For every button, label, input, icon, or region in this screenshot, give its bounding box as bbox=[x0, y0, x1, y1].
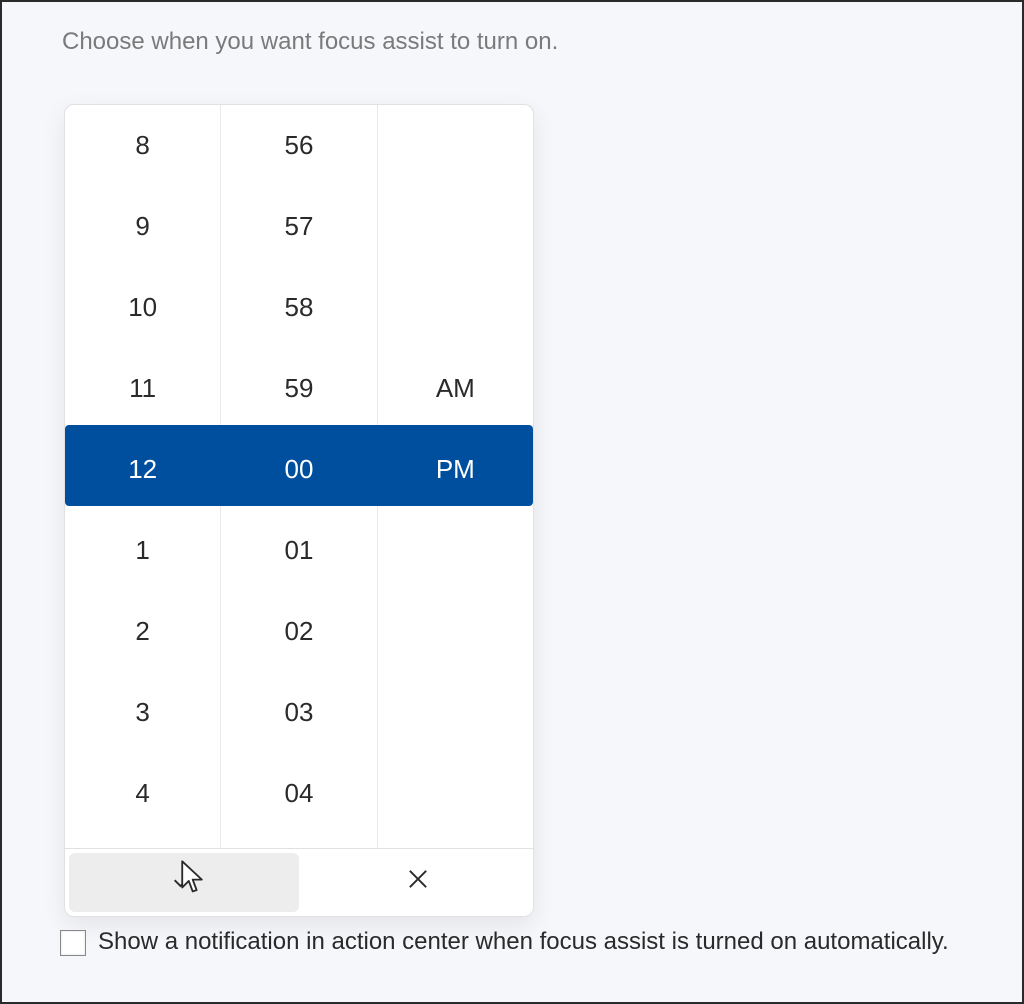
page-title: Choose when you want focus assist to tur… bbox=[62, 28, 558, 56]
picker-footer bbox=[65, 848, 533, 916]
hour-option[interactable]: 9 bbox=[65, 186, 220, 267]
minute-option[interactable]: 01 bbox=[221, 510, 376, 591]
ampm-option bbox=[378, 672, 533, 753]
minute-option[interactable]: 59 bbox=[221, 348, 376, 429]
ampm-option bbox=[378, 105, 533, 186]
ampm-column[interactable]: AM PM bbox=[378, 105, 533, 848]
ampm-option bbox=[378, 186, 533, 267]
minute-option[interactable]: 57 bbox=[221, 186, 376, 267]
ampm-option bbox=[378, 510, 533, 591]
minute-option[interactable]: 03 bbox=[221, 672, 376, 753]
ampm-option[interactable]: AM bbox=[378, 348, 533, 429]
hour-option[interactable]: 2 bbox=[65, 591, 220, 672]
ampm-option-selected[interactable]: PM bbox=[378, 429, 533, 510]
minute-option[interactable]: 56 bbox=[221, 105, 376, 186]
notification-checkbox-label: Show a notification in action center whe… bbox=[98, 926, 949, 958]
ampm-option bbox=[378, 753, 533, 834]
minutes-column[interactable]: 56 57 58 59 00 01 02 03 04 bbox=[221, 105, 377, 848]
hours-column[interactable]: 8 9 10 11 12 1 2 3 4 bbox=[65, 105, 221, 848]
hour-option[interactable]: 4 bbox=[65, 753, 220, 834]
hour-option[interactable]: 8 bbox=[65, 105, 220, 186]
ampm-option bbox=[378, 591, 533, 672]
hour-option[interactable]: 10 bbox=[65, 267, 220, 348]
ampm-option bbox=[378, 267, 533, 348]
notification-checkbox-row: Show a notification in action center whe… bbox=[60, 926, 992, 958]
hour-option[interactable]: 3 bbox=[65, 672, 220, 753]
minute-option[interactable]: 04 bbox=[221, 753, 376, 834]
hour-option-selected[interactable]: 12 bbox=[65, 429, 220, 510]
cursor-icon bbox=[180, 860, 208, 899]
close-icon bbox=[404, 865, 432, 900]
hour-option[interactable]: 11 bbox=[65, 348, 220, 429]
minute-option[interactable]: 02 bbox=[221, 591, 376, 672]
time-picker: 8 9 10 11 12 1 2 3 4 56 57 58 59 00 01 0… bbox=[64, 104, 534, 917]
picker-columns: 8 9 10 11 12 1 2 3 4 56 57 58 59 00 01 0… bbox=[65, 105, 533, 848]
minute-option-selected[interactable]: 00 bbox=[221, 429, 376, 510]
cancel-button[interactable] bbox=[303, 849, 533, 916]
minute-option[interactable]: 58 bbox=[221, 267, 376, 348]
notification-checkbox[interactable] bbox=[60, 930, 86, 956]
hour-option[interactable]: 1 bbox=[65, 510, 220, 591]
